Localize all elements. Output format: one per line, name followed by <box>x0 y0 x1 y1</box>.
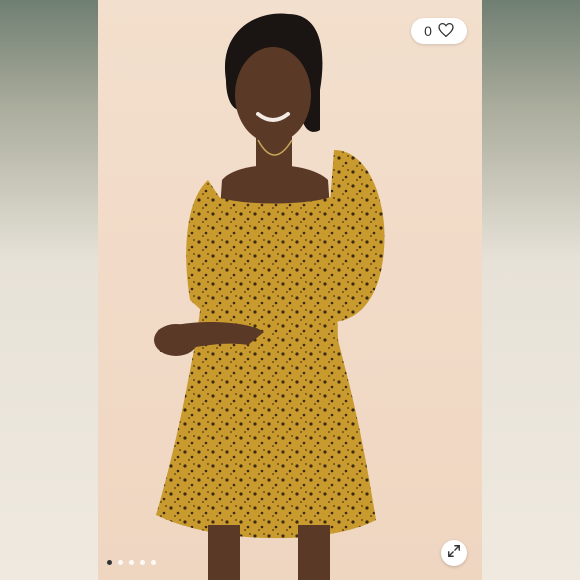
carousel-dot-4[interactable] <box>140 560 145 565</box>
carousel-dot-5[interactable] <box>151 560 156 565</box>
carousel-dot-1[interactable] <box>107 560 112 565</box>
like-button[interactable]: 0 <box>411 18 467 44</box>
like-count: 0 <box>424 23 432 39</box>
expand-arrows-icon <box>447 544 461 563</box>
heart-icon <box>438 22 454 40</box>
expand-photo-button[interactable] <box>441 540 467 566</box>
blurred-background-right <box>482 0 580 580</box>
carousel-dot-3[interactable] <box>129 560 134 565</box>
carousel-indicator <box>107 560 156 565</box>
carousel-dot-2[interactable] <box>118 560 123 565</box>
blurred-background-left <box>0 0 98 580</box>
listing-photo-card[interactable] <box>98 0 482 580</box>
product-photo <box>98 0 482 580</box>
